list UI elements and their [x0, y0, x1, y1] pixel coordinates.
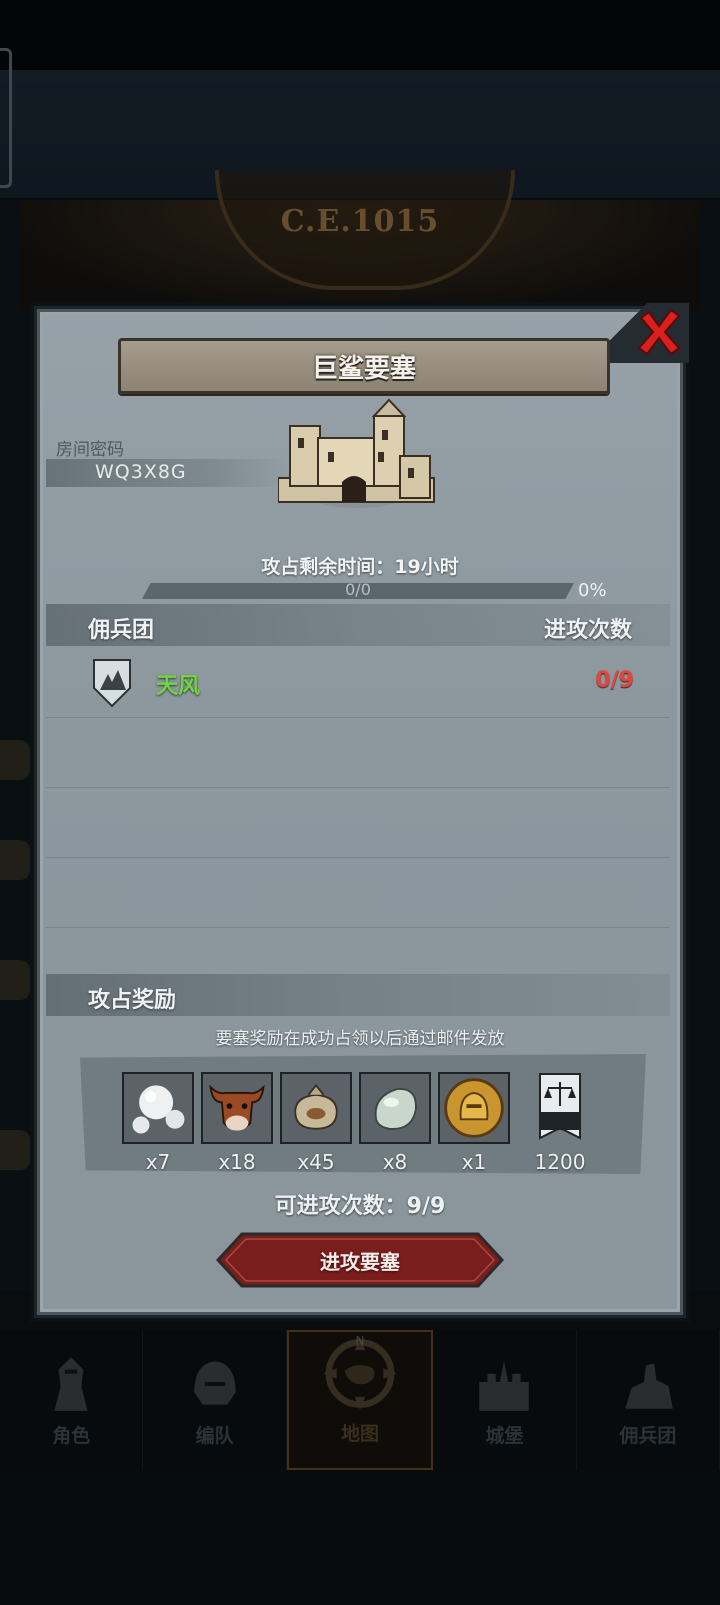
remaining-time: 攻占剩余时间：19小时 [0, 552, 720, 579]
remaining-time-label: 攻占剩余时间： [261, 556, 395, 578]
reward-item[interactable] [359, 1072, 431, 1144]
reward-qty: x1 [461, 1150, 487, 1174]
empty-row [46, 788, 670, 858]
justice-banner-icon [539, 1073, 581, 1140]
fortress-castle-icon [278, 398, 435, 508]
mercenary-name: 天风 [156, 674, 201, 699]
reward-item[interactable] [201, 1072, 273, 1144]
rewards-note: 要塞奖励在成功占领以后通过邮件发放 [215, 1029, 505, 1049]
progress-text: 0/0 [345, 580, 371, 599]
room-code-label: 房间密码 [56, 440, 124, 460]
pearl-icon [124, 1074, 192, 1142]
rewards-title: 攻占奖励 [88, 988, 177, 1013]
gold-helmet-coin-icon [440, 1074, 508, 1142]
room-code-value[interactable]: WQ3X8G [95, 461, 187, 483]
reward-item[interactable] [438, 1072, 510, 1144]
attack-fortress-label: 进攻要塞 [320, 1249, 400, 1274]
progress-percent: 0% [578, 580, 607, 601]
jade-stone-icon [361, 1074, 429, 1142]
reward-qty: x7 [145, 1150, 171, 1174]
reward-qty: x8 [382, 1150, 408, 1174]
remaining-time-value: 19小时 [394, 556, 459, 578]
attacks-available-label: 可进攻次数： [274, 1194, 407, 1219]
reward-item[interactable] [538, 1072, 582, 1144]
mountain-shield-icon [93, 659, 131, 708]
mercenary-header-right: 进攻次数 [543, 618, 632, 643]
mercenary-header-left: 佣兵团 [88, 618, 155, 643]
reward-qty: 1200 [534, 1150, 586, 1174]
sack-icon [282, 1074, 350, 1142]
close-button[interactable] [633, 306, 685, 358]
reward-item[interactable] [280, 1072, 352, 1144]
dialog-title: 巨鲨要塞 [311, 353, 416, 384]
attacks-available-value: 9/9 [406, 1194, 446, 1219]
bull-icon [203, 1074, 271, 1142]
title-banner: 巨鲨要塞 [118, 338, 610, 394]
reward-qty: x45 [297, 1150, 335, 1174]
empty-row [46, 718, 670, 788]
mercenary-attack-count: 0/9 [595, 668, 634, 693]
attack-fortress-button[interactable]: 进攻要塞 [216, 1232, 504, 1288]
empty-row [46, 858, 670, 928]
close-icon [637, 308, 681, 356]
reward-item[interactable] [122, 1072, 194, 1144]
reward-qty: x18 [218, 1150, 256, 1174]
attacks-available: 可进攻次数：9/9 [0, 1188, 720, 1220]
mercenary-row[interactable]: 天风 0/9 [46, 648, 670, 718]
